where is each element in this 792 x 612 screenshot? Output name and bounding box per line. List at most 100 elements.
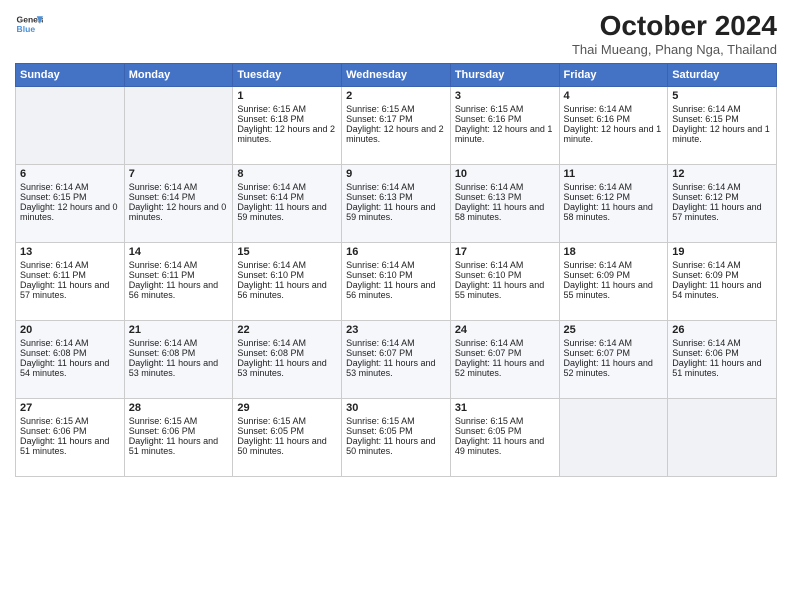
daylight-text: Daylight: 11 hours and 50 minutes. — [237, 436, 337, 456]
day-number: 16 — [346, 246, 446, 258]
calendar-cell: 2Sunrise: 6:15 AMSunset: 6:17 PMDaylight… — [342, 87, 451, 165]
week-row-2: 6Sunrise: 6:14 AMSunset: 6:15 PMDaylight… — [16, 165, 777, 243]
day-number: 22 — [237, 324, 337, 336]
sunrise-text: Sunrise: 6:14 AM — [455, 338, 555, 348]
day-number: 7 — [129, 168, 229, 180]
sunrise-text: Sunrise: 6:14 AM — [564, 338, 664, 348]
sunset-text: Sunset: 6:05 PM — [346, 426, 446, 436]
sunrise-text: Sunrise: 6:14 AM — [564, 104, 664, 114]
sunset-text: Sunset: 6:06 PM — [129, 426, 229, 436]
col-header-monday: Monday — [124, 64, 233, 87]
daylight-text: Daylight: 11 hours and 59 minutes. — [346, 202, 446, 222]
daylight-text: Daylight: 11 hours and 55 minutes. — [564, 280, 664, 300]
daylight-text: Daylight: 11 hours and 50 minutes. — [346, 436, 446, 456]
sunrise-text: Sunrise: 6:14 AM — [346, 338, 446, 348]
sunrise-text: Sunrise: 6:14 AM — [129, 182, 229, 192]
daylight-text: Daylight: 11 hours and 53 minutes. — [237, 358, 337, 378]
week-row-5: 27Sunrise: 6:15 AMSunset: 6:06 PMDayligh… — [16, 399, 777, 477]
daylight-text: Daylight: 12 hours and 2 minutes. — [237, 124, 337, 144]
sunrise-text: Sunrise: 6:15 AM — [129, 416, 229, 426]
calendar-cell: 27Sunrise: 6:15 AMSunset: 6:06 PMDayligh… — [16, 399, 125, 477]
calendar-cell: 7 Sunrise: 6:14 AMSunset: 6:14 PMDaylight… — [124, 165, 233, 243]
day-number: 17 — [455, 246, 555, 258]
sunset-text: Sunset: 6:07 PM — [564, 348, 664, 358]
daylight-text: Daylight: 12 hours and 1 minute. — [564, 124, 664, 144]
sunset-text: Sunset: 6:05 PM — [455, 426, 555, 436]
sunrise-text: Sunrise: 6:15 AM — [455, 416, 555, 426]
day-number: 11 — [564, 168, 664, 180]
day-number: 26 — [672, 324, 772, 336]
calendar-cell: 15Sunrise: 6:14 AMSunset: 6:10 PMDayligh… — [233, 243, 342, 321]
sunrise-text: Sunrise: 6:14 AM — [346, 182, 446, 192]
calendar-cell: 30Sunrise: 6:15 AMSunset: 6:05 PMDayligh… — [342, 399, 451, 477]
calendar-cell: 31Sunrise: 6:15 AMSunset: 6:05 PMDayligh… — [450, 399, 559, 477]
sunrise-text: Sunrise: 6:14 AM — [20, 182, 120, 192]
day-number: 24 — [455, 324, 555, 336]
sunrise-text: Sunrise: 6:14 AM — [672, 338, 772, 348]
col-header-wednesday: Wednesday — [342, 64, 451, 87]
sunset-text: Sunset: 6:11 PM — [20, 270, 120, 280]
sunrise-text: Sunrise: 6:14 AM — [129, 260, 229, 270]
sunset-text: Sunset: 6:17 PM — [346, 114, 446, 124]
sunset-text: Sunset: 6:08 PM — [20, 348, 120, 358]
header-row: SundayMondayTuesdayWednesdayThursdayFrid… — [16, 64, 777, 87]
day-number: 8 — [237, 168, 337, 180]
sunset-text: Sunset: 6:10 PM — [237, 270, 337, 280]
col-header-tuesday: Tuesday — [233, 64, 342, 87]
daylight-text: Daylight: 12 hours and 0 minutes. — [129, 202, 229, 222]
day-number: 27 — [20, 402, 120, 414]
calendar-cell — [124, 87, 233, 165]
sunrise-text: Sunrise: 6:14 AM — [346, 260, 446, 270]
sunset-text: Sunset: 6:10 PM — [346, 270, 446, 280]
col-header-sunday: Sunday — [16, 64, 125, 87]
title-area: October 2024 Thai Mueang, Phang Nga, Tha… — [572, 10, 777, 57]
sunset-text: Sunset: 6:11 PM — [129, 270, 229, 280]
sunset-text: Sunset: 6:08 PM — [129, 348, 229, 358]
calendar-cell: 1Sunrise: 6:15 AMSunset: 6:18 PMDaylight… — [233, 87, 342, 165]
calendar-cell: 20Sunrise: 6:14 AMSunset: 6:08 PMDayligh… — [16, 321, 125, 399]
day-number: 10 — [455, 168, 555, 180]
sunset-text: Sunset: 6:12 PM — [564, 192, 664, 202]
day-number: 6 — [20, 168, 120, 180]
daylight-text: Daylight: 12 hours and 1 minute. — [672, 124, 772, 144]
logo: General Blue — [15, 10, 43, 38]
calendar-cell: 16Sunrise: 6:14 AMSunset: 6:10 PMDayligh… — [342, 243, 451, 321]
sunset-text: Sunset: 6:14 PM — [129, 192, 229, 202]
daylight-text: Daylight: 11 hours and 52 minutes. — [564, 358, 664, 378]
subtitle: Thai Mueang, Phang Nga, Thailand — [572, 42, 777, 57]
calendar-cell — [16, 87, 125, 165]
header: General Blue October 2024 Thai Mueang, P… — [15, 10, 777, 57]
sunrise-text: Sunrise: 6:15 AM — [20, 416, 120, 426]
sunset-text: Sunset: 6:16 PM — [455, 114, 555, 124]
calendar-table: SundayMondayTuesdayWednesdayThursdayFrid… — [15, 63, 777, 477]
calendar-cell: 4Sunrise: 6:14 AMSunset: 6:16 PMDaylight… — [559, 87, 668, 165]
day-number: 18 — [564, 246, 664, 258]
calendar-cell: 12Sunrise: 6:14 AMSunset: 6:12 PMDayligh… — [668, 165, 777, 243]
daylight-text: Daylight: 11 hours and 55 minutes. — [455, 280, 555, 300]
col-header-saturday: Saturday — [668, 64, 777, 87]
calendar-cell: 8Sunrise: 6:14 AMSunset: 6:14 PMDaylight… — [233, 165, 342, 243]
day-number: 25 — [564, 324, 664, 336]
calendar-cell: 9Sunrise: 6:14 AMSunset: 6:13 PMDaylight… — [342, 165, 451, 243]
calendar-cell: 21Sunrise: 6:14 AMSunset: 6:08 PMDayligh… — [124, 321, 233, 399]
daylight-text: Daylight: 11 hours and 58 minutes. — [455, 202, 555, 222]
sunrise-text: Sunrise: 6:14 AM — [237, 338, 337, 348]
calendar-cell: 6Sunrise: 6:14 AMSunset: 6:15 PMDaylight… — [16, 165, 125, 243]
sunset-text: Sunset: 6:15 PM — [672, 114, 772, 124]
calendar-cell: 10Sunrise: 6:14 AMSunset: 6:13 PMDayligh… — [450, 165, 559, 243]
day-number: 13 — [20, 246, 120, 258]
sunset-text: Sunset: 6:14 PM — [237, 192, 337, 202]
daylight-text: Daylight: 11 hours and 58 minutes. — [564, 202, 664, 222]
sunset-text: Sunset: 6:13 PM — [455, 192, 555, 202]
daylight-text: Daylight: 11 hours and 54 minutes. — [20, 358, 120, 378]
calendar-cell: 29Sunrise: 6:15 AMSunset: 6:05 PMDayligh… — [233, 399, 342, 477]
calendar-cell: 22Sunrise: 6:14 AMSunset: 6:08 PMDayligh… — [233, 321, 342, 399]
calendar-cell: 26Sunrise: 6:14 AMSunset: 6:06 PMDayligh… — [668, 321, 777, 399]
calendar-cell: 25 Sunrise: 6:14 AMSunset: 6:07 PMDayligh… — [559, 321, 668, 399]
day-number: 30 — [346, 402, 446, 414]
daylight-text: Daylight: 11 hours and 49 minutes. — [455, 436, 555, 456]
calendar-cell: 14Sunrise: 6:14 AMSunset: 6:11 PMDayligh… — [124, 243, 233, 321]
week-row-1: 1Sunrise: 6:15 AMSunset: 6:18 PMDaylight… — [16, 87, 777, 165]
week-row-4: 20Sunrise: 6:14 AMSunset: 6:08 PMDayligh… — [16, 321, 777, 399]
day-number: 28 — [129, 402, 229, 414]
